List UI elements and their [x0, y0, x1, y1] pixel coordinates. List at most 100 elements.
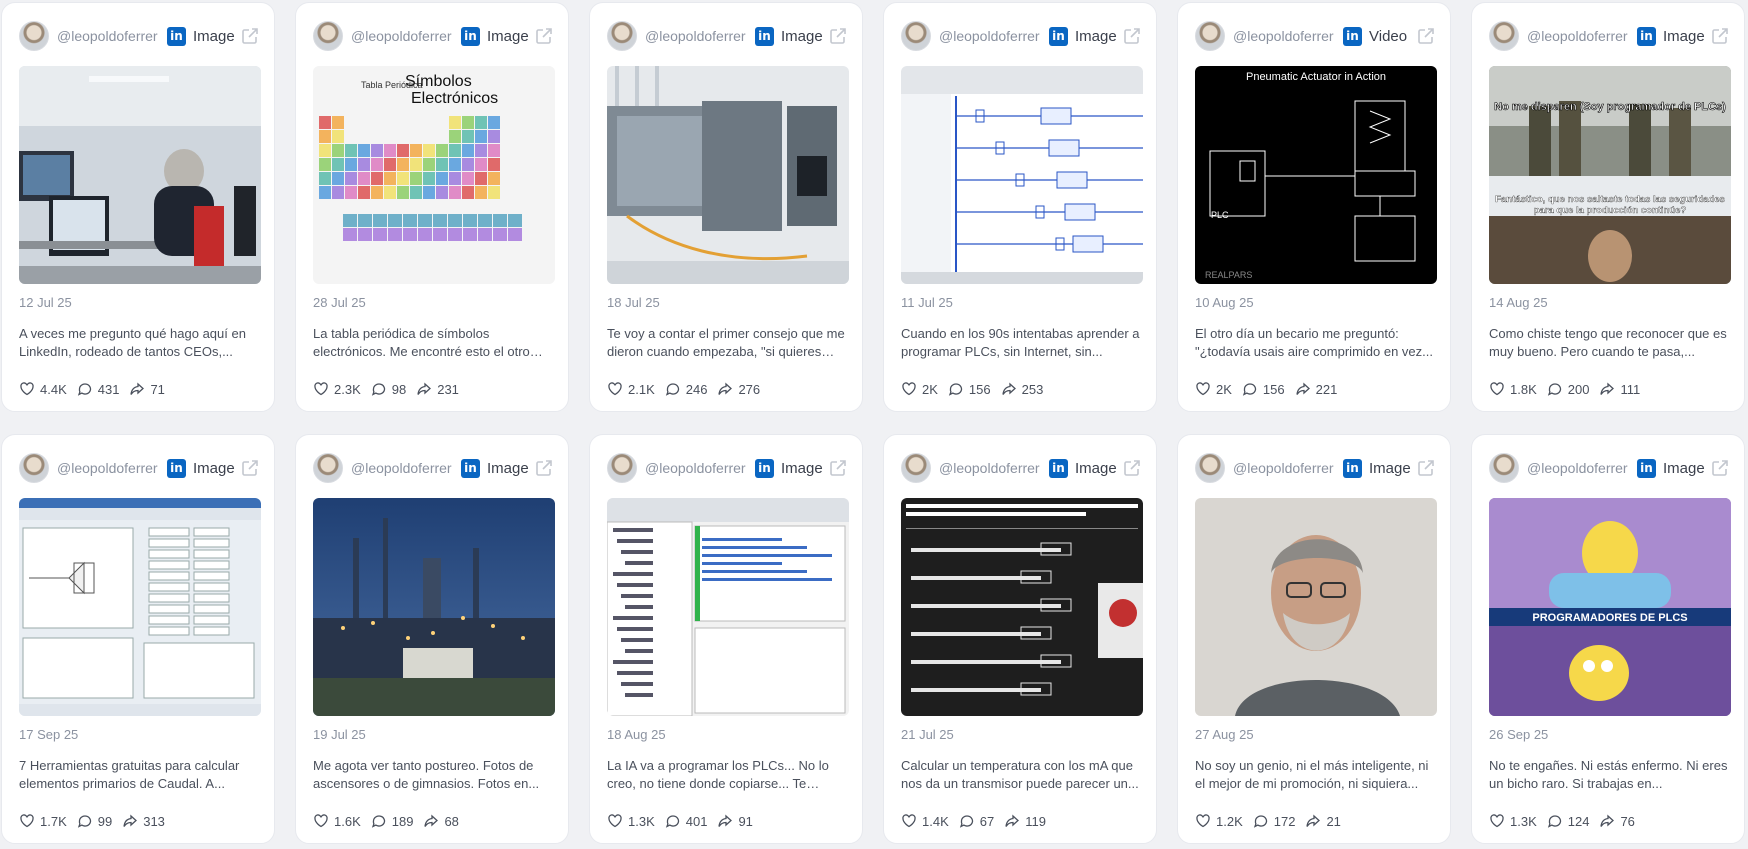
comment-icon	[77, 815, 91, 828]
post-image[interactable]	[1195, 498, 1437, 716]
post-card-5[interactable]: @leopoldoferrer in Video Pneumatic Actua…	[1177, 2, 1451, 412]
external-link-icon[interactable]	[1416, 26, 1436, 46]
svg-text:Pneumatic Actuator in Action: Pneumatic Actuator in Action	[1246, 71, 1386, 83]
shares-count: 111	[1620, 381, 1641, 397]
author-handle[interactable]: @leopoldoferrer	[57, 460, 163, 476]
post-card-11[interactable]: @leopoldoferrer in Image 27 Aug 25 No so…	[1177, 434, 1451, 844]
external-link-icon[interactable]	[1710, 458, 1730, 478]
post-card-9[interactable]: @leopoldoferrer in Image 18 Aug 25 La IA…	[589, 434, 863, 844]
post-image[interactable]	[313, 498, 555, 716]
avatar[interactable]	[1195, 453, 1225, 483]
author-handle[interactable]: @leopoldoferrer	[1233, 28, 1339, 44]
author-handle[interactable]: @leopoldoferrer	[1527, 460, 1633, 476]
author-handle[interactable]: @leopoldoferrer	[351, 28, 457, 44]
comments-stat: 156	[948, 381, 991, 397]
post-text[interactable]: La IA va a programar los PLCs... No lo c…	[607, 757, 849, 793]
avatar[interactable]	[607, 21, 637, 51]
likes-stat: 2.1K	[607, 381, 655, 397]
author-handle[interactable]: @leopoldoferrer	[57, 28, 163, 44]
shares-count: 276	[738, 381, 761, 397]
avatar[interactable]	[901, 21, 931, 51]
external-link-icon[interactable]	[1416, 458, 1436, 478]
comments-count: 99	[97, 813, 113, 829]
post-card-2[interactable]: @leopoldoferrer in Image Tabla Periódica…	[295, 2, 569, 412]
linkedin-icon: in	[167, 458, 186, 478]
post-image[interactable]: PROGRAMADORES DE PLCS	[1489, 498, 1731, 716]
post-text[interactable]: No te engañes. Ni estás enfermo. Ni eres…	[1489, 757, 1731, 793]
author-handle[interactable]: @leopoldoferrer	[939, 460, 1045, 476]
post-text[interactable]: A veces me pregunto qué hago aquí en Lin…	[19, 325, 261, 361]
avatar[interactable]	[313, 453, 343, 483]
post-text[interactable]: Como chiste tengo que reconocer que es m…	[1489, 325, 1731, 361]
post-card-8[interactable]: @leopoldoferrer in Image 19 Jul 25 Me ag…	[295, 434, 569, 844]
post-text[interactable]: La tabla periódica de símbolos electróni…	[313, 325, 555, 361]
post-header: @leopoldoferrer in Image	[901, 451, 1142, 485]
author-handle[interactable]: @leopoldoferrer	[939, 28, 1045, 44]
external-link-icon[interactable]	[534, 26, 554, 46]
post-card-6[interactable]: @leopoldoferrer in Image No me disparen …	[1471, 2, 1745, 412]
heart-icon	[902, 814, 916, 828]
post-image[interactable]	[19, 66, 261, 284]
likes-stat: 1.4K	[901, 813, 949, 829]
post-image[interactable]: Pneumatic Actuator in Action PLC REALPAR…	[1195, 66, 1437, 284]
post-card-1[interactable]: @leopoldoferrer in Image 12 Jul 25 A vec…	[1, 2, 275, 412]
post-date: 21 Jul 25	[901, 727, 954, 742]
external-link-icon[interactable]	[534, 458, 554, 478]
author-handle[interactable]: @leopoldoferrer	[1527, 28, 1633, 44]
external-link-icon[interactable]	[240, 26, 260, 46]
post-text[interactable]: Te voy a contar el primer consejo que me…	[607, 325, 849, 361]
post-text[interactable]: El otro día un becario me preguntó: "¿to…	[1195, 325, 1437, 361]
linkedin-icon: in	[461, 458, 480, 478]
avatar[interactable]	[313, 21, 343, 51]
post-image[interactable]	[901, 498, 1143, 716]
avatar[interactable]	[19, 21, 49, 51]
external-link-icon[interactable]	[1122, 458, 1142, 478]
post-text[interactable]: Cuando en los 90s intentabas aprender a …	[901, 325, 1143, 361]
post-image[interactable]	[901, 66, 1143, 284]
post-type-label: Image	[781, 459, 823, 477]
external-link-icon[interactable]	[1122, 26, 1142, 46]
external-link-icon[interactable]	[828, 26, 848, 46]
avatar[interactable]	[607, 453, 637, 483]
external-link-icon[interactable]	[1710, 26, 1730, 46]
comment-icon	[665, 383, 679, 396]
avatar[interactable]	[1489, 453, 1519, 483]
likes-stat: 1.8K	[1489, 381, 1537, 397]
post-image[interactable]	[19, 498, 261, 716]
shares-count: 119	[1025, 813, 1046, 829]
post-image[interactable]	[607, 66, 849, 284]
post-header: @leopoldoferrer in Image	[1489, 19, 1730, 53]
linkedin-icon: in	[1637, 458, 1656, 478]
post-text[interactable]: Calcular un temperatura con los mA que n…	[901, 757, 1143, 793]
post-image[interactable]	[607, 498, 849, 716]
shares-count: 91	[738, 813, 753, 829]
avatar[interactable]	[901, 453, 931, 483]
post-date: 10 Aug 25	[1195, 295, 1254, 310]
post-card-12[interactable]: @leopoldoferrer in Image PROGRAMADORES D…	[1471, 434, 1745, 844]
post-type-label: Image	[1075, 459, 1117, 477]
likes-stat: 2K	[1195, 381, 1232, 397]
avatar[interactable]	[19, 453, 49, 483]
external-link-icon[interactable]	[828, 458, 848, 478]
post-card-3[interactable]: @leopoldoferrer in Image 18 Jul 25 Te vo…	[589, 2, 863, 412]
post-stats: 1.4K 67 119	[901, 813, 1056, 829]
avatar[interactable]	[1195, 21, 1225, 51]
author-handle[interactable]: @leopoldoferrer	[645, 460, 751, 476]
post-image[interactable]: No me disparen (Soy programador de PLCs)…	[1489, 66, 1731, 284]
post-card-10[interactable]: @leopoldoferrer in Image 21 Jul 25 Calcu…	[883, 434, 1157, 844]
author-handle[interactable]: @leopoldoferrer	[351, 460, 457, 476]
author-handle[interactable]: @leopoldoferrer	[645, 28, 751, 44]
post-image[interactable]: Tabla Periódica Símbolos Electrónicos	[313, 66, 555, 284]
comments-count: 156	[968, 381, 991, 397]
post-text[interactable]: 7 Herramientas gratuitas para calcular e…	[19, 757, 261, 793]
heart-icon	[608, 382, 622, 396]
post-card-4[interactable]: @leopoldoferrer in Image 11 Jul 25 Cuand…	[883, 2, 1157, 412]
post-text[interactable]: Me agota ver tanto postureo. Fotos de as…	[313, 757, 555, 793]
avatar[interactable]	[1489, 21, 1519, 51]
author-handle[interactable]: @leopoldoferrer	[1233, 460, 1339, 476]
post-card-7[interactable]: @leopoldoferrer in Image 17 Sep 25 7 Her…	[1, 434, 275, 844]
external-link-icon[interactable]	[240, 458, 260, 478]
post-text[interactable]: No soy un genio, ni el más inteligente, …	[1195, 757, 1437, 793]
shares-stat: 221	[1295, 381, 1337, 397]
comment-icon	[371, 383, 385, 396]
